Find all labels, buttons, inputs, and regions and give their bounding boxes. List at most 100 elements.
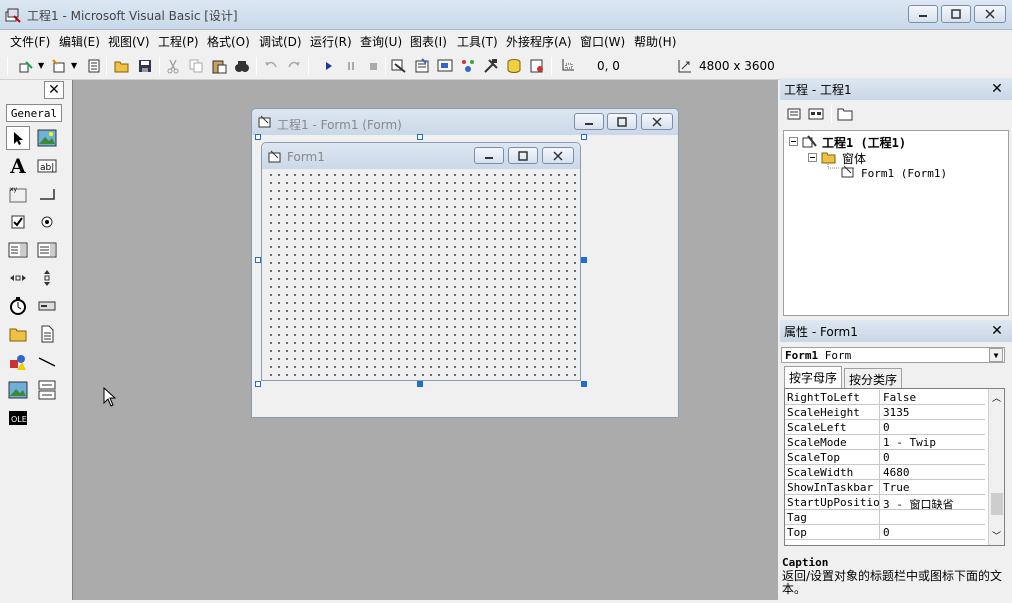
menu-debug[interactable]: 调试(D) <box>259 33 302 50</box>
property-row[interactable]: ScaleWidth 4680 <box>785 465 985 480</box>
form-designer-maximize-button[interactable] <box>607 113 637 130</box>
property-row[interactable]: ScaleHeight 3135 <box>785 405 985 420</box>
menu-file[interactable]: 文件(F) <box>10 33 50 50</box>
project-explorer-close-button[interactable]: ✕ <box>987 80 1007 98</box>
menu-run[interactable]: 运行(R) <box>310 33 352 50</box>
cut-button[interactable] <box>164 57 182 75</box>
start-button[interactable] <box>319 57 337 75</box>
copy-button[interactable] <box>187 57 205 75</box>
menu-view[interactable]: 视图(V) <box>108 33 150 50</box>
ole-tool[interactable]: OLE <box>6 406 30 430</box>
properties-close-button[interactable]: ✕ <box>987 322 1007 340</box>
project-explorer-button[interactable] <box>390 57 408 75</box>
menu-format[interactable]: 格式(O) <box>207 33 250 50</box>
line-tool[interactable] <box>35 350 59 374</box>
collapse-icon[interactable] <box>808 153 817 162</box>
dirlistbox-tool[interactable] <box>6 322 30 346</box>
paste-button[interactable] <box>210 57 228 75</box>
object-browser-button[interactable] <box>459 57 477 75</box>
toolbox-tab-general[interactable]: General <box>6 104 62 122</box>
property-value[interactable]: 4680 <box>883 466 910 479</box>
form1-maximize-button[interactable] <box>508 147 538 164</box>
pointer-tool[interactable] <box>6 126 30 150</box>
drivelistbox-tool[interactable] <box>35 294 59 318</box>
project-node[interactable]: 工程1 (工程1) <box>822 134 906 151</box>
data-view-button[interactable] <box>505 57 523 75</box>
menu-addins[interactable]: 外接程序(A) <box>506 33 572 50</box>
component-manager-button[interactable] <box>528 57 546 75</box>
menu-query[interactable]: 查询(U) <box>360 33 402 50</box>
end-button[interactable] <box>365 57 383 75</box>
object-selector[interactable]: Form1 Form ▼ <box>781 347 1005 363</box>
form-layout-button[interactable] <box>436 57 454 75</box>
property-value[interactable]: 3135 <box>883 406 910 419</box>
property-row[interactable]: ScaleTop 0 <box>785 450 985 465</box>
optionbutton-tool[interactable] <box>35 210 59 234</box>
shape-tool[interactable] <box>6 350 30 374</box>
chevron-down-icon[interactable]: ▼ <box>989 348 1003 362</box>
image-tool[interactable] <box>6 378 30 402</box>
menu-tools[interactable]: 工具(T) <box>457 33 498 50</box>
commandbutton-tool[interactable] <box>35 182 59 206</box>
view-code-button[interactable] <box>785 105 803 123</box>
toolbox-button[interactable] <box>482 57 500 75</box>
tab-alphabetic[interactable]: 按字母序 <box>784 366 843 388</box>
resize-handle[interactable] <box>417 381 423 387</box>
maximize-button[interactable] <box>941 5 971 23</box>
property-row[interactable]: Top 0 <box>785 525 985 540</box>
combobox-tool[interactable] <box>6 238 30 262</box>
resize-handle[interactable] <box>581 257 587 263</box>
add-project-button[interactable] <box>17 57 35 75</box>
form1-canvas[interactable]: Form1 <box>261 142 581 381</box>
close-button[interactable] <box>974 5 1006 23</box>
vscrollbar-tool[interactable] <box>35 266 59 290</box>
dropdown-arrow-icon[interactable]: ▼ <box>38 61 44 70</box>
property-row[interactable]: StartUpPosition 3 - 窗口缺省 <box>785 495 985 511</box>
scrollbar-thumb[interactable] <box>991 493 1003 515</box>
property-row[interactable]: RightToLeft False <box>785 390 985 405</box>
frame-tool[interactable]: xy <box>6 182 30 206</box>
form1-node[interactable]: Form1 (Form1) <box>861 167 947 180</box>
menu-help[interactable]: 帮助(H) <box>634 33 676 50</box>
collapse-icon[interactable] <box>789 137 798 146</box>
form1-minimize-button[interactable] <box>474 147 504 164</box>
tab-categorized[interactable]: 按分类序 <box>844 368 903 388</box>
open-button[interactable] <box>113 57 131 75</box>
view-object-button[interactable] <box>807 105 825 123</box>
find-button[interactable] <box>233 57 251 75</box>
property-row[interactable]: ScaleMode 1 - Twip <box>785 435 985 450</box>
form1-close-button[interactable] <box>542 147 574 164</box>
redo-button[interactable] <box>285 57 303 75</box>
data-tool[interactable] <box>35 378 59 402</box>
minimize-button[interactable] <box>908 5 938 23</box>
save-button[interactable] <box>136 57 154 75</box>
property-value[interactable]: True <box>883 481 910 494</box>
scroll-up-icon[interactable]: ︿ <box>992 391 1001 404</box>
checkbox-tool[interactable] <box>6 210 30 234</box>
properties-scrollbar[interactable]: ︿ ﹀ <box>988 389 1004 545</box>
label-tool[interactable]: A <box>6 154 30 178</box>
add-form-button[interactable] <box>50 57 68 75</box>
property-value[interactable]: 1 - Twip <box>883 436 936 449</box>
filelistbox-tool[interactable] <box>35 322 59 346</box>
property-row[interactable]: ScaleLeft 0 <box>785 420 985 435</box>
menu-edit[interactable]: 编辑(E) <box>59 33 100 50</box>
property-row[interactable]: Tag <box>785 510 985 525</box>
form-designer-close-button[interactable] <box>641 113 673 130</box>
picturebox-tool[interactable] <box>35 126 59 150</box>
undo-button[interactable] <box>262 57 280 75</box>
property-row[interactable]: ShowInTaskbar True <box>785 480 985 495</box>
resize-handle[interactable] <box>581 381 587 387</box>
scroll-down-icon[interactable]: ﹀ <box>992 529 1001 542</box>
dropdown-arrow-icon[interactable]: ▼ <box>71 61 77 70</box>
property-value[interactable]: 0 <box>883 451 890 464</box>
property-value[interactable]: False <box>883 391 916 404</box>
menu-diagram[interactable]: 图表(I) <box>410 33 447 50</box>
toggle-folders-button[interactable] <box>836 105 854 123</box>
break-button[interactable] <box>342 57 360 75</box>
form-designer-minimize-button[interactable] <box>574 113 604 130</box>
timer-tool[interactable] <box>6 294 30 318</box>
hscrollbar-tool[interactable] <box>6 266 30 290</box>
properties-window-button[interactable] <box>413 57 431 75</box>
toolbox-close-button[interactable]: ✕ <box>44 81 64 99</box>
